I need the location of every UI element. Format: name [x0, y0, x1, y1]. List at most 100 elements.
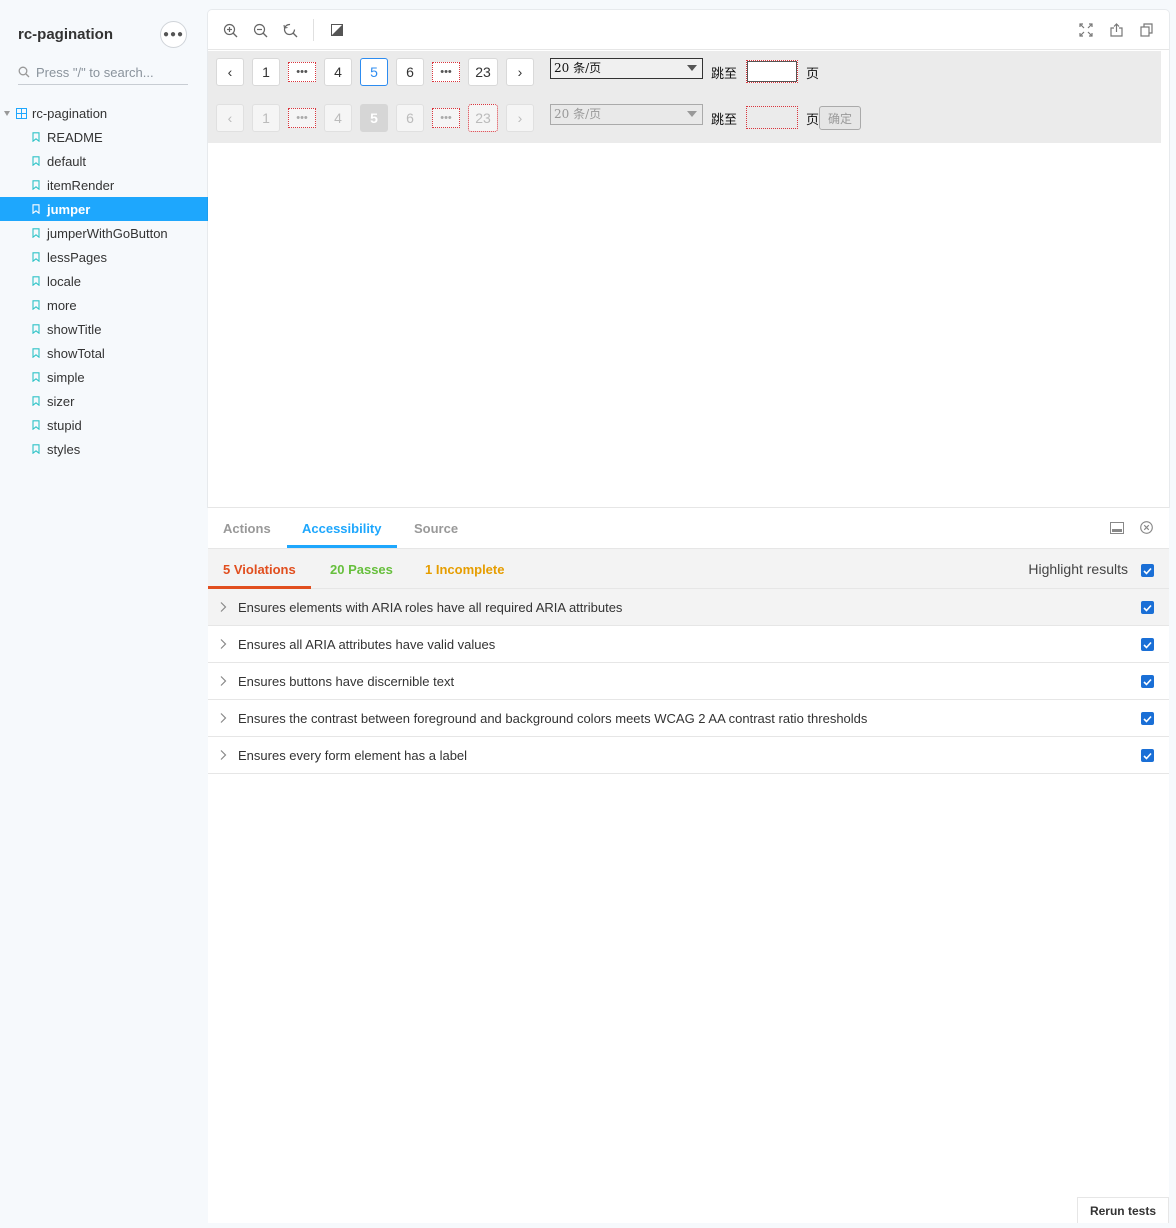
page-suffix-label: 页: [806, 113, 820, 128]
tab-accessibility[interactable]: Accessibility: [287, 508, 397, 548]
close-panel-button[interactable]: [1140, 521, 1153, 539]
page-item[interactable]: 1: [252, 104, 280, 132]
jump-next-button[interactable]: •••: [432, 62, 460, 82]
dropdown-arrow-icon: [687, 65, 697, 71]
next-page-button[interactable]: ›: [506, 104, 534, 132]
rule-highlight-checkbox[interactable]: [1141, 638, 1154, 651]
bookmark-icon: [32, 132, 40, 142]
brand-title[interactable]: rc-pagination: [18, 26, 113, 43]
background-icon: [331, 24, 343, 36]
page-item[interactable]: 1: [252, 58, 280, 86]
page-item[interactable]: 4: [324, 58, 352, 86]
rule-highlight-checkbox[interactable]: [1141, 749, 1154, 762]
ellipsis-icon: ●●●: [162, 29, 185, 40]
background-button[interactable]: [329, 22, 345, 38]
sidebar-item-readme[interactable]: README: [0, 125, 208, 149]
sidebar-item-simple[interactable]: simple: [0, 365, 208, 389]
sidebar-item-default[interactable]: default: [0, 149, 208, 173]
violation-rule-row[interactable]: Ensures buttons have discernible text: [208, 663, 1169, 700]
sidebar-item-styles[interactable]: styles: [0, 437, 208, 461]
go-button[interactable]: 确定: [819, 106, 861, 130]
preview-toolbar: [208, 10, 1169, 50]
page-item[interactable]: 6: [396, 104, 424, 132]
violation-rule-row[interactable]: Ensures elements with ARIA roles have al…: [208, 589, 1169, 626]
zoom-out-icon: [253, 23, 267, 37]
jump-input[interactable]: [746, 106, 798, 129]
prev-page-button[interactable]: ‹: [216, 58, 244, 86]
addon-tabs: Actions Accessibility Source: [208, 508, 1169, 549]
page-item[interactable]: 23: [468, 58, 498, 86]
search-input[interactable]: Press "/" to search...: [18, 60, 188, 85]
bookmark-icon: [32, 300, 40, 310]
sidebar-item-sizer[interactable]: sizer: [0, 389, 208, 413]
sidebar-item-label: styles: [47, 441, 81, 457]
tree-root-rc-pagination[interactable]: rc-pagination: [4, 104, 107, 122]
bookmark-icon: [32, 276, 40, 286]
preview-panel: ‹ 1 ••• 4 5 6 ••• 23 › 20 条/页 跳至 页 ‹ 1 •…: [208, 10, 1169, 507]
jump-prev-button[interactable]: •••: [288, 62, 316, 82]
zoom-in-button[interactable]: [222, 22, 238, 38]
reset-zoom-button[interactable]: [282, 22, 298, 38]
jump-next-button[interactable]: •••: [432, 108, 460, 128]
reset-zoom-icon: [282, 23, 297, 37]
toggle-panel-orientation-button[interactable]: [1110, 521, 1124, 539]
panel-layout-icon: [1110, 522, 1124, 534]
violation-rule-row[interactable]: Ensures every form element has a label: [208, 737, 1169, 774]
sidebar-item-jumperwithgobutton[interactable]: jumperWithGoButton: [0, 221, 208, 245]
more-options-button[interactable]: ●●●: [160, 21, 187, 48]
sidebar-item-stupid[interactable]: stupid: [0, 413, 208, 437]
highlight-results-checkbox[interactable]: [1141, 564, 1154, 577]
tree-root-label: rc-pagination: [32, 105, 108, 121]
jump-input[interactable]: [746, 60, 798, 83]
jump-prev-button[interactable]: •••: [288, 108, 316, 128]
search-placeholder: Press "/" to search...: [36, 64, 154, 80]
page-item[interactable]: 6: [396, 58, 424, 86]
copy-link-button[interactable]: [1138, 22, 1154, 38]
sidebar-item-label: lessPages: [47, 249, 107, 265]
page-size-select[interactable]: 20 条/页: [550, 104, 703, 125]
story-list: README default itemRender jumper jumperWithG…: [0, 125, 208, 461]
sidebar-item-locale[interactable]: locale: [0, 269, 208, 293]
zoom-out-button[interactable]: [252, 22, 268, 38]
sidebar-item-showtotal[interactable]: showTotal: [0, 341, 208, 365]
page-item-current[interactable]: 5: [360, 104, 388, 132]
tab-incomplete[interactable]: 1 Incomplete: [425, 549, 504, 589]
bookmark-icon: [32, 324, 40, 334]
copy-icon: [1139, 23, 1153, 37]
toolbar-divider: [313, 19, 314, 41]
sidebar-item-jumper[interactable]: jumper: [0, 197, 208, 221]
next-page-button[interactable]: ›: [506, 58, 534, 86]
share-button[interactable]: [1108, 22, 1124, 38]
prev-page-button[interactable]: ‹: [216, 104, 244, 132]
violation-rule-row[interactable]: Ensures the contrast between foreground …: [208, 700, 1169, 737]
violation-rule-row[interactable]: Ensures all ARIA attributes have valid v…: [208, 626, 1169, 663]
bookmark-icon: [32, 180, 40, 190]
chevron-right-icon: [220, 602, 227, 612]
component-icon: [16, 107, 27, 119]
bookmark-icon: [32, 156, 40, 166]
tab-actions[interactable]: Actions: [223, 508, 271, 548]
checkmark-icon: [1143, 604, 1152, 612]
page-item[interactable]: 23: [468, 104, 498, 132]
checkmark-icon: [1143, 641, 1152, 649]
rule-description: Ensures elements with ARIA roles have al…: [238, 599, 623, 615]
bookmark-icon: [32, 420, 40, 430]
tab-passes[interactable]: 20 Passes: [330, 549, 393, 589]
tab-source[interactable]: Source: [414, 508, 458, 548]
rule-description: Ensures every form element has a label: [238, 747, 468, 763]
rerun-tests-button[interactable]: Rerun tests: [1076, 1197, 1169, 1223]
sidebar-item-label: locale: [47, 273, 81, 289]
sidebar-item-showtitle[interactable]: showTitle: [0, 317, 208, 341]
page-item[interactable]: 4: [324, 104, 352, 132]
rule-highlight-checkbox[interactable]: [1141, 675, 1154, 688]
page-item-current[interactable]: 5: [360, 58, 388, 86]
sidebar-item-lesspages[interactable]: lessPages: [0, 245, 208, 269]
sidebar-item-more[interactable]: more: [0, 293, 208, 317]
tab-violations[interactable]: 5 Violations: [208, 549, 311, 589]
sidebar-item-itemrender[interactable]: itemRender: [0, 173, 208, 197]
rule-highlight-checkbox[interactable]: [1141, 601, 1154, 614]
bookmark-icon: [32, 348, 40, 358]
rule-highlight-checkbox[interactable]: [1141, 712, 1154, 725]
fullscreen-button[interactable]: [1078, 22, 1094, 38]
page-size-select[interactable]: 20 条/页: [550, 58, 703, 79]
